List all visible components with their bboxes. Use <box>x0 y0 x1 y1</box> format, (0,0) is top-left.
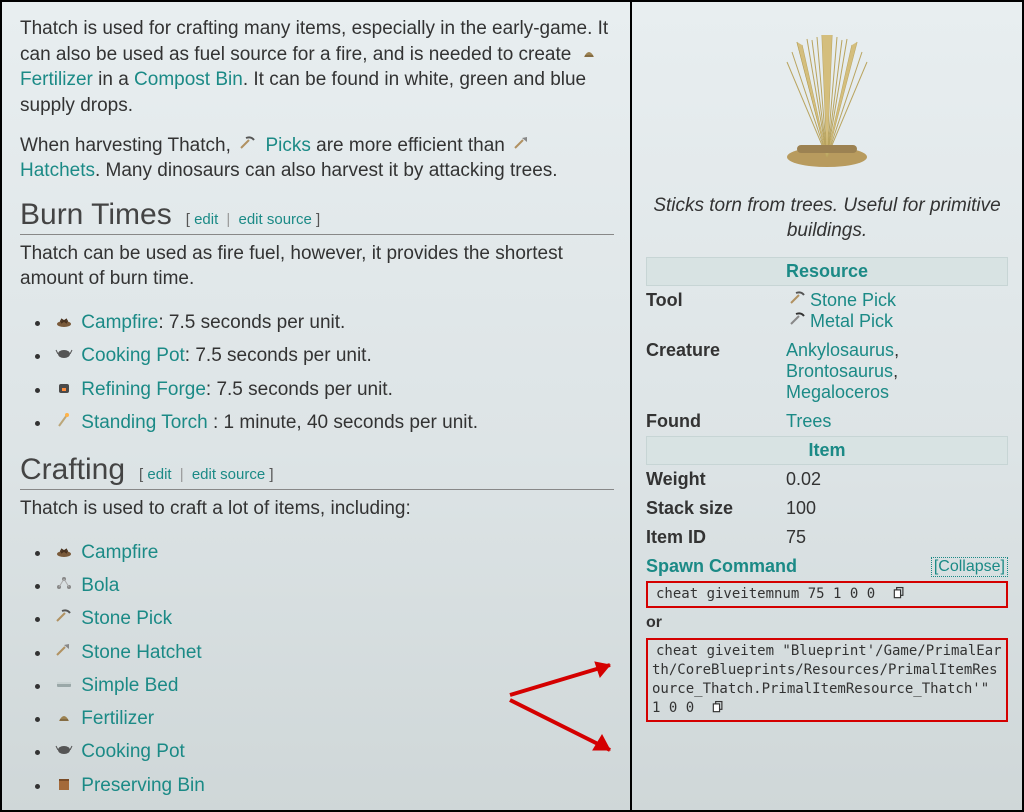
craft-list: Campfire Bola Stone Pick Stone Hatchet S… <box>20 536 614 802</box>
link-preserving-bin[interactable]: Preserving Bin <box>81 775 205 796</box>
campfire-icon <box>54 544 74 560</box>
label-creature: Creature <box>646 336 786 407</box>
list-item: Preserving Bin <box>52 769 614 802</box>
list-item: Stone Hatchet <box>52 636 614 669</box>
link-metal-pick[interactable]: Metal Pick <box>810 311 893 331</box>
list-item: Campfire: 7.5 seconds per unit. <box>52 306 614 339</box>
heading-crafting: Crafting [ edit | edit source ] <box>20 453 614 490</box>
link-campfire[interactable]: Campfire <box>81 312 158 333</box>
link-ankylosaurus[interactable]: Ankylosaurus <box>786 340 894 360</box>
bin-icon <box>54 777 74 793</box>
label-stack: Stack size <box>646 494 786 523</box>
list-item: Bola <box>52 569 614 602</box>
infobox-section-item: Item <box>646 436 1008 465</box>
list-item: Fertilizer <box>52 702 614 735</box>
flavor-text: Sticks torn from trees. Useful for primi… <box>646 194 1008 243</box>
list-item: Campfire <box>52 536 614 569</box>
value-stack: 100 <box>786 494 1008 523</box>
edit-link[interactable]: edit <box>194 211 218 228</box>
stone-pick-icon <box>788 292 808 308</box>
list-item: Refining Forge: 7.5 seconds per unit. <box>52 373 614 406</box>
fertilizer-icon <box>579 46 599 62</box>
section-edit-craft: [ edit | edit source ] <box>139 466 274 483</box>
link-campfire[interactable]: Campfire <box>81 542 158 563</box>
heading-burn-times: Burn Times [ edit | edit source ] <box>20 198 614 235</box>
intro-p1: Thatch is used for crafting many items, … <box>20 16 614 119</box>
or-label: or <box>646 614 1008 632</box>
list-item: Stone Pick <box>52 602 614 635</box>
thatch-image <box>737 12 917 182</box>
burn-list: Campfire: 7.5 seconds per unit. Cooking … <box>20 306 614 439</box>
burn-desc: Thatch can be used as fire fuel, however… <box>20 241 614 292</box>
link-trees[interactable]: Trees <box>786 411 831 431</box>
pick-icon <box>238 137 258 153</box>
link-simple-bed[interactable]: Simple Bed <box>81 675 178 696</box>
spawn-cmd-1-box: cheat giveitemnum 75 1 0 0 <box>646 581 1008 608</box>
list-item: Cooking Pot: 7.5 seconds per unit. <box>52 339 614 372</box>
forge-icon <box>54 381 74 397</box>
fertilizer-icon <box>54 710 74 726</box>
torch-icon <box>54 414 74 430</box>
campfire-icon <box>54 314 74 330</box>
spawn-cmd-2[interactable]: cheat giveitem "Blueprint'/Game/PrimalEa… <box>652 641 1002 718</box>
link-fertilizer[interactable]: Fertilizer <box>81 708 154 729</box>
infobox-section-resource: Resource <box>646 257 1008 286</box>
article-body: Thatch is used for crafting many items, … <box>2 2 632 810</box>
link-picks[interactable]: Picks <box>265 135 310 156</box>
label-weight: Weight <box>646 465 786 494</box>
link-fertilizer[interactable]: Fertilizer <box>20 69 93 90</box>
metal-pick-icon <box>788 313 808 329</box>
link-cooking-pot[interactable]: Cooking Pot <box>81 741 185 762</box>
link-megaloceros[interactable]: Megaloceros <box>786 382 889 402</box>
bola-icon <box>54 577 74 593</box>
label-tool: Tool <box>646 286 786 336</box>
infobox: Sticks torn from trees. Useful for primi… <box>632 2 1022 810</box>
link-brontosaurus[interactable]: Brontosaurus <box>786 361 893 381</box>
hatchet-icon <box>512 137 532 153</box>
list-item: Standing Torch : 1 minute, 40 seconds pe… <box>52 406 614 439</box>
list-item: Cooking Pot <box>52 735 614 768</box>
value-weight: 0.02 <box>786 465 1008 494</box>
edit-link[interactable]: edit <box>147 466 171 483</box>
link-cooking-pot[interactable]: Cooking Pot <box>81 345 185 366</box>
pick-icon <box>54 610 74 626</box>
copy-icon[interactable] <box>892 586 906 600</box>
link-refining-forge[interactable]: Refining Forge <box>81 379 206 400</box>
spawn-cmd-2-box: cheat giveitem "Blueprint'/Game/PrimalEa… <box>646 638 1008 722</box>
label-found: Found <box>646 407 786 436</box>
cookingpot-icon <box>54 347 74 363</box>
link-hatchets[interactable]: Hatchets <box>20 160 95 181</box>
section-edit-burn: [ edit | edit source ] <box>186 211 321 228</box>
edit-source-link[interactable]: edit source <box>239 211 312 228</box>
hatchet-icon <box>54 644 74 660</box>
craft-desc: Thatch is used to craft a lot of items, … <box>20 496 614 522</box>
link-standing-torch[interactable]: Standing Torch <box>81 412 207 433</box>
cookingpot-icon <box>54 743 74 759</box>
spawn-cmd-1[interactable]: cheat giveitemnum 75 1 0 0 <box>652 584 879 604</box>
link-stone-pick[interactable]: Stone Pick <box>81 608 172 629</box>
link-bola[interactable]: Bola <box>81 575 119 596</box>
link-compost-bin[interactable]: Compost Bin <box>134 69 243 90</box>
value-item-id: 75 <box>786 523 1008 552</box>
bed-icon <box>54 677 74 693</box>
collapse-button[interactable]: [Collapse] <box>931 557 1008 577</box>
edit-source-link[interactable]: edit source <box>192 466 265 483</box>
copy-icon[interactable] <box>711 700 725 714</box>
intro-p2: When harvesting Thatch, Picks are more e… <box>20 133 614 184</box>
list-item: Simple Bed <box>52 669 614 702</box>
link-stone-hatchet[interactable]: Stone Hatchet <box>81 642 201 663</box>
label-item-id: Item ID <box>646 523 786 552</box>
label-spawn-command: Spawn Command <box>646 556 797 577</box>
link-stone-pick[interactable]: Stone Pick <box>810 290 896 310</box>
